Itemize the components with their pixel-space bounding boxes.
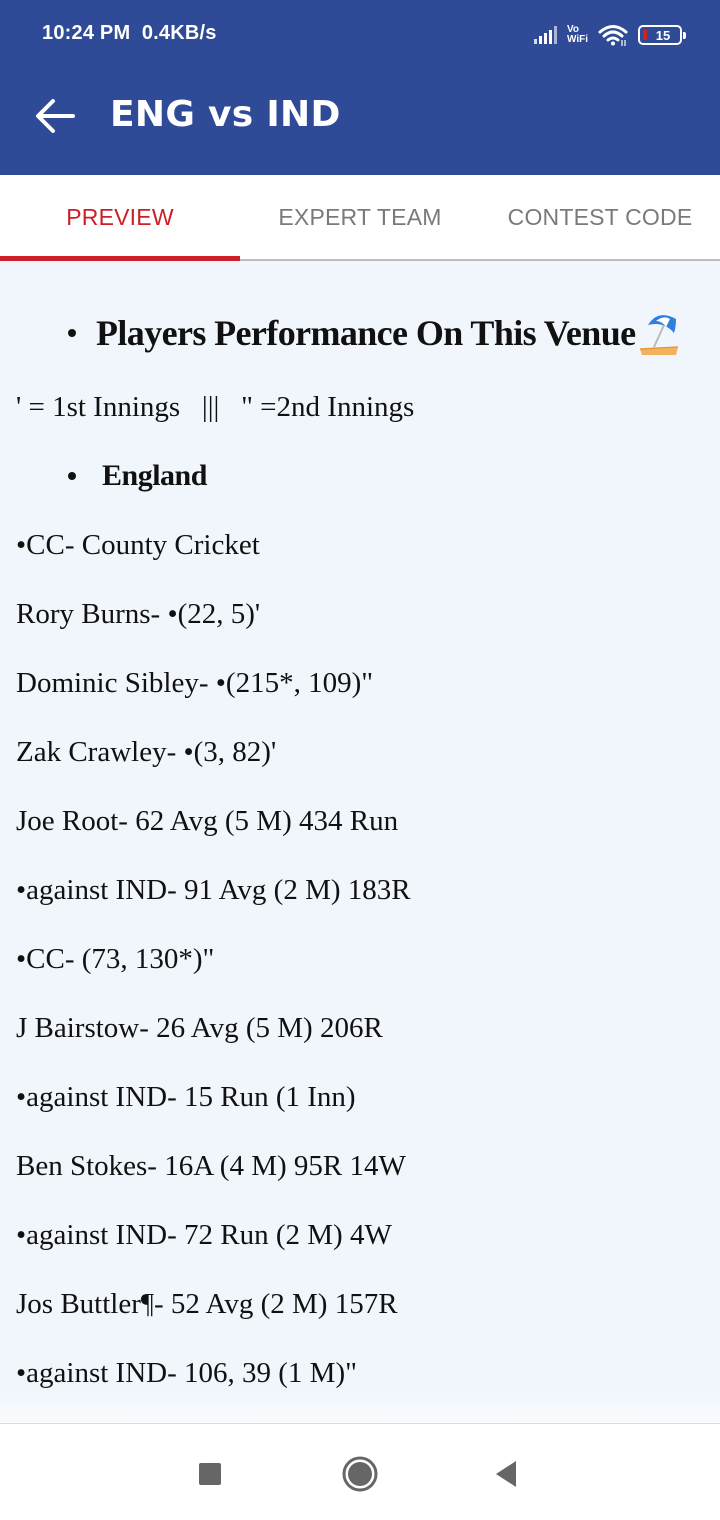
vowifi-bottom: WiFi [566,34,588,45]
bullet-icon [68,472,76,480]
heading-text: Players Performance On This Venue [96,313,636,353]
network-speed: 0.4KB/s [141,22,217,44]
innings-legend: ' = 1st Innings ||| " =2nd Innings [16,391,415,423]
team-name: England [102,459,207,492]
system-nav-bar [0,1423,720,1520]
stat-line: •CC- County Cricket [16,529,260,561]
status-bar: 10:24 PM 0.4KB/s Vo WiFi 15 [0,0,720,70]
recent-apps-button[interactable] [190,1454,230,1494]
stat-line: Jos Buttler¶- 52 Avg (2 M) 157R [16,1288,398,1320]
app-bar: ENG vs IND [0,70,720,175]
square-icon [199,1463,221,1485]
stat-line: •against IND- 91 Avg (2 M) 183R [16,874,411,906]
clock: 10:24 PM [42,22,131,44]
stat-line: •against IND- 15 Run (1 Inn) [16,1081,356,1113]
tab-contest-code[interactable]: CONTEST CODE [480,175,720,259]
tab-expert-team[interactable]: EXPERT TEAM [240,175,480,259]
stat-line: •CC- (73, 130*)" [16,943,215,975]
tab-preview[interactable]: PREVIEW [0,175,240,261]
nav-back-button[interactable] [486,1454,526,1494]
triangle-back-icon [496,1461,516,1487]
stat-line: Zak Crawley- •(3, 82)' [16,736,277,768]
status-time: 10:24 PM 0.4KB/s [42,22,217,45]
battery-icon: 15 [638,25,686,45]
signal-icon [533,26,557,44]
stat-line: •against IND- 72 Run (2 M) 4W [16,1219,392,1251]
home-circle-icon [342,1456,378,1492]
bullet-icon [68,329,76,337]
beach-umbrella-icon [639,315,678,355]
stat-line: Dominic Sibley- •(215*, 109)" [16,667,374,699]
battery-level: 15 [655,27,671,43]
preview-content[interactable]: Players Performance On This Venue ' = 1s… [0,263,720,1423]
stat-line: •against IND- 106, 39 (1 M)" [16,1357,357,1389]
vowifi-icon: Vo WiFi [567,25,588,45]
wifi-icon [598,25,628,46]
page-title: ENG vs IND [110,94,341,135]
stat-line: Joe Root- 62 Avg (5 M) 434 Run [16,805,399,837]
section-heading: Players Performance On This Venue [68,311,680,355]
status-icons: Vo WiFi 15 [533,20,686,50]
back-button[interactable] [30,94,80,138]
scroll-fade [0,1393,720,1423]
team-heading: England [68,459,207,493]
home-button[interactable] [340,1454,380,1494]
arrow-left-icon [36,99,75,133]
stat-line: J Bairstow- 26 Avg (5 M) 206R [16,1012,383,1044]
tab-bar: PREVIEW EXPERT TEAM CONTEST CODE [0,175,720,261]
stat-line: Rory Burns- •(22, 5)' [16,598,261,630]
stat-line: Ben Stokes- 16A (4 M) 95R 14W [16,1150,406,1182]
